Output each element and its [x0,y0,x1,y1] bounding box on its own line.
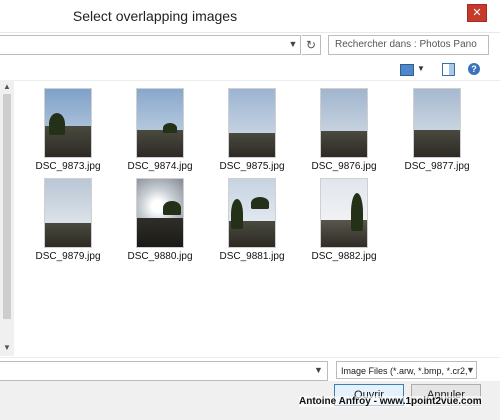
chevron-down-icon: ▼ [288,39,298,49]
file-name: DSC_9873.jpg [35,161,101,172]
image-thumbnail [136,88,184,158]
file-item[interactable]: DSC_9876.jpg [304,88,384,172]
preview-pane-icon[interactable] [442,63,455,76]
file-name: DSC_9882.jpg [311,251,377,262]
chevron-down-icon[interactable]: ▼ [314,361,323,379]
view-options-icon[interactable] [400,64,414,76]
image-thumbnail [228,88,276,158]
search-input[interactable]: Rechercher dans : Photos Pano [328,35,489,55]
refresh-button[interactable]: ↻ [302,35,321,55]
file-item[interactable]: DSC_9874.jpg [120,88,200,172]
file-item[interactable]: DSC_9877.jpg [397,88,477,172]
refresh-icon: ↻ [305,38,317,52]
address-dropdown-button[interactable]: ▼ [286,35,300,53]
file-item[interactable]: DSC_9879.jpg [28,178,108,262]
file-filter-row: ▼ Image Files (*.arw, *.bmp, *.cr2, ▼ [0,357,500,382]
file-name: DSC_9876.jpg [311,161,377,172]
file-name: DSC_9874.jpg [127,161,193,172]
file-item[interactable]: DSC_9882.jpg [304,178,384,262]
file-name: DSC_9877.jpg [404,161,470,172]
close-icon: ✕ [472,7,482,19]
chevron-down-icon[interactable]: ▼ [466,361,475,379]
image-thumbnail [320,178,368,248]
file-name: DSC_9880.jpg [127,251,193,262]
address-row: ▼ ↻ Rechercher dans : Photos Pano [0,32,500,56]
vertical-scrollbar[interactable]: ▲ ▼ [0,80,14,356]
help-icon[interactable]: ? [468,63,480,75]
file-type-select[interactable]: Image Files (*.arw, *.bmp, *.cr2, [336,361,477,379]
window-title: Select overlapping images [72,8,238,24]
image-thumbnail [44,178,92,248]
image-thumbnail [413,88,461,158]
title-bar: Select overlapping images ✕ [0,0,500,33]
image-thumbnail [44,88,92,158]
file-item[interactable]: DSC_9880.jpg [120,178,200,262]
view-dropdown-icon[interactable]: ▼ [417,64,425,78]
scroll-thumb[interactable] [3,94,11,319]
image-thumbnail [228,178,276,248]
file-item[interactable]: DSC_9873.jpg [28,88,108,172]
watermark-text: Antoine Anfroy - www.1point2vue.com [299,396,482,407]
address-bar[interactable] [0,35,301,55]
file-name: DSC_9881.jpg [219,251,285,262]
scroll-down-icon[interactable]: ▼ [3,343,11,352]
file-name: DSC_9875.jpg [219,161,285,172]
image-thumbnail [320,88,368,158]
file-name: DSC_9879.jpg [35,251,101,262]
close-button[interactable]: ✕ [467,4,487,22]
scroll-up-icon[interactable]: ▲ [3,82,11,91]
toolbar: ▼ ? [0,58,500,81]
image-thumbnail [136,178,184,248]
file-item[interactable]: DSC_9881.jpg [212,178,292,262]
file-item[interactable]: DSC_9875.jpg [212,88,292,172]
file-name-input[interactable] [0,361,328,381]
